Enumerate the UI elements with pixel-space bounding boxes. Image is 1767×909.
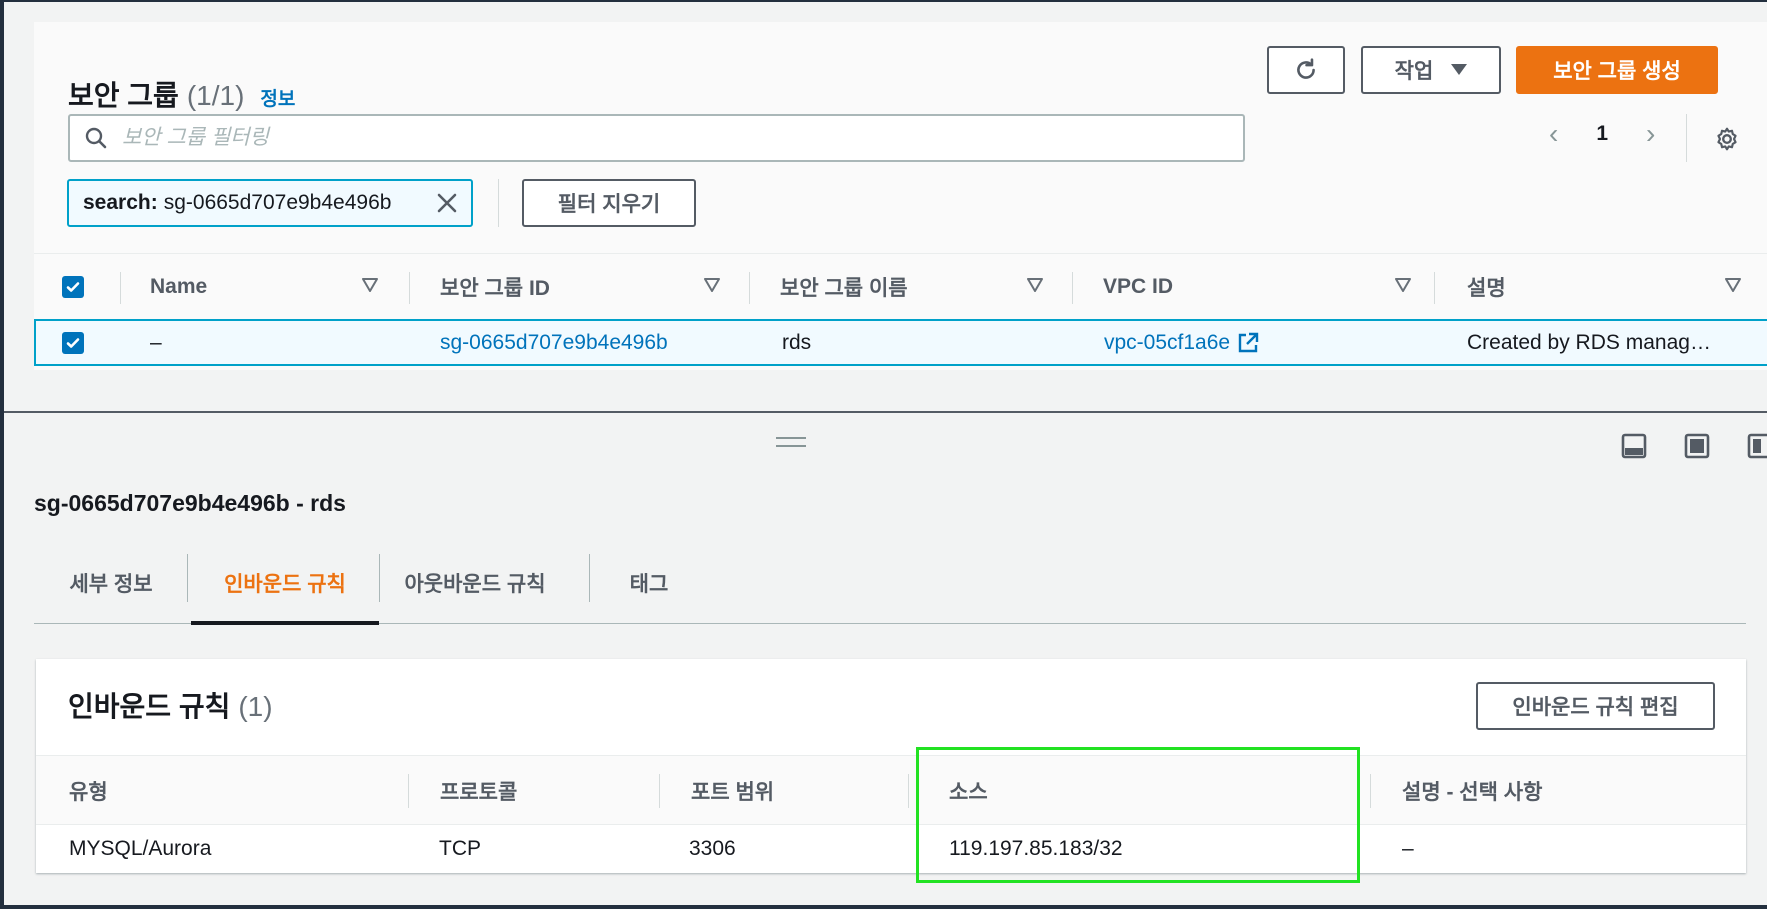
- gear-icon[interactable]: [1714, 126, 1740, 152]
- sort-icon: [1725, 278, 1741, 292]
- refresh-button[interactable]: [1267, 46, 1345, 94]
- page-title-text: 보안 그룹: [68, 80, 179, 111]
- security-groups-panel: 보안 그룹 (1/1) 정보 작업 보안 그룹 생성 ‹ 1 ›: [34, 22, 1767, 370]
- detail-title: sg-0665d707e9b4e496b - rds: [34, 490, 346, 516]
- tab-outbound-rules[interactable]: 아웃바운드 규칙: [384, 542, 566, 624]
- actions-label: 작업: [1394, 60, 1434, 83]
- column-header-description[interactable]: 설명: [1467, 254, 1767, 320]
- sort-icon: [1395, 278, 1411, 292]
- column-header-label: 보안 그룹 이름: [780, 277, 908, 300]
- panel-layout-controls: [1621, 433, 1767, 459]
- tab-inbound-rules[interactable]: 인바운드 규칙: [191, 542, 379, 625]
- rule-port-range: 3306: [689, 837, 736, 860]
- row-checkbox[interactable]: [62, 331, 84, 354]
- actions-dropdown[interactable]: 작업: [1361, 46, 1501, 94]
- refresh-icon: [1297, 58, 1315, 79]
- divider: [1686, 114, 1687, 162]
- edit-inbound-rules-button[interactable]: 인바운드 규칙 편집: [1476, 682, 1715, 730]
- column-header-group-id[interactable]: 보안 그룹 ID: [440, 254, 750, 320]
- table-row[interactable]: – sg-0665d707e9b4e496b rds vpc-05cf1a6e …: [34, 319, 1767, 366]
- vpc-id-text: vpc-05cf1a6e: [1104, 330, 1231, 354]
- external-link-icon: [1238, 332, 1259, 352]
- create-security-group-button[interactable]: 보안 그룹 생성: [1516, 46, 1718, 94]
- table-row: MYSQL/Aurora TCP 3306 119.197.85.183/32 …: [36, 825, 1746, 873]
- inbound-rules-card: 인바운드 규칙 (1) 인바운드 규칙 편집 유형 프로토콜 포트 범위 소스 …: [36, 659, 1746, 873]
- column-header-label: Name: [150, 275, 208, 298]
- divider: [1072, 272, 1073, 304]
- table-header: Name 보안 그룹 ID 보안 그룹 이름 VPC ID 설명: [34, 253, 1767, 319]
- divider: [498, 179, 499, 227]
- rules-column-source: 소스: [949, 781, 988, 804]
- divider: [749, 272, 750, 304]
- divider: [379, 554, 380, 602]
- divider: [589, 554, 590, 602]
- sort-icon: [362, 278, 378, 292]
- rules-title-text: 인바운드 규칙: [68, 691, 231, 722]
- divider: [409, 272, 410, 304]
- search-icon: [85, 127, 107, 149]
- rules-column-description: 설명 - 선택 사항: [1402, 781, 1543, 804]
- check-icon: [66, 282, 80, 292]
- sort-icon: [1027, 278, 1043, 292]
- tab-details[interactable]: 세부 정보: [34, 542, 188, 624]
- split-panel-border: [4, 411, 1767, 413]
- divider: [1434, 272, 1435, 304]
- divider: [187, 554, 188, 602]
- clear-filters-button[interactable]: 필터 지우기: [522, 179, 696, 227]
- cell-vpc-id-link[interactable]: vpc-05cf1a6e: [1104, 321, 1260, 364]
- column-header-group-name[interactable]: 보안 그룹 이름: [780, 254, 1073, 320]
- cell-group-id-link[interactable]: sg-0665d707e9b4e496b: [440, 321, 668, 364]
- next-page-icon[interactable]: ›: [1646, 118, 1655, 150]
- rule-protocol: TCP: [439, 837, 481, 860]
- rule-description: –: [1402, 837, 1414, 860]
- filter-input[interactable]: [122, 126, 1202, 150]
- rules-count: (1): [238, 691, 273, 722]
- filter-search-box[interactable]: [68, 114, 1245, 162]
- cell-name: –: [150, 330, 162, 354]
- caret-down-icon: [1451, 64, 1468, 75]
- divider: [659, 774, 660, 808]
- column-header-name[interactable]: Name: [150, 254, 408, 320]
- select-all-checkbox[interactable]: [62, 276, 84, 298]
- filter-token-key: search:: [83, 191, 158, 214]
- rules-table-header: 유형 프로토콜 포트 범위 소스 설명 - 선택 사항: [36, 755, 1746, 825]
- sort-icon: [704, 278, 720, 292]
- close-icon[interactable]: [435, 191, 459, 215]
- prev-page-icon[interactable]: ‹: [1549, 118, 1558, 150]
- panel-center-icon[interactable]: [1684, 433, 1710, 459]
- current-page[interactable]: 1: [1596, 122, 1608, 146]
- column-header-label: 보안 그룹 ID: [440, 277, 550, 300]
- group-count: (1/1): [186, 80, 245, 111]
- cell-group-name: rds: [782, 330, 812, 354]
- column-header-label: 설명: [1467, 277, 1506, 300]
- pagination: ‹ 1 ›: [1549, 118, 1655, 150]
- rule-type: MYSQL/Aurora: [69, 837, 212, 860]
- row-select-cell: [62, 321, 84, 364]
- divider: [908, 774, 909, 808]
- divider: [408, 774, 409, 808]
- rules-column-port-range: 포트 범위: [691, 781, 775, 804]
- panel-side-icon[interactable]: [1747, 433, 1767, 459]
- rules-column-protocol: 프로토콜: [440, 781, 518, 804]
- tab-tags[interactable]: 태그: [594, 542, 704, 624]
- filter-token-value: sg-0665d707e9b4e496b: [163, 191, 392, 214]
- column-header-label: VPC ID: [1103, 275, 1174, 298]
- drag-handle-icon[interactable]: [776, 436, 806, 448]
- cell-description: Created by RDS manag…: [1467, 330, 1711, 354]
- info-link[interactable]: 정보: [260, 84, 295, 111]
- panel-bottom-icon[interactable]: [1621, 433, 1647, 459]
- divider: [1370, 774, 1371, 808]
- detail-tabs: 세부 정보 인바운드 규칙 아웃바운드 규칙 태그: [34, 542, 1746, 625]
- column-header-vpc-id[interactable]: VPC ID: [1103, 254, 1441, 320]
- rules-title: 인바운드 규칙 (1): [68, 685, 273, 725]
- page-title: 보안 그룹 (1/1) 정보: [68, 74, 295, 114]
- check-icon: [66, 337, 80, 348]
- rules-column-type: 유형: [69, 781, 108, 804]
- divider: [120, 272, 121, 304]
- filter-token: search: sg-0665d707e9b4e496b: [67, 179, 473, 227]
- rule-source: 119.197.85.183/32: [949, 837, 1123, 860]
- console-frame: 보안 그룹 (1/1) 정보 작업 보안 그룹 생성 ‹ 1 ›: [0, 0, 1767, 909]
- select-all-cell: [62, 254, 142, 320]
